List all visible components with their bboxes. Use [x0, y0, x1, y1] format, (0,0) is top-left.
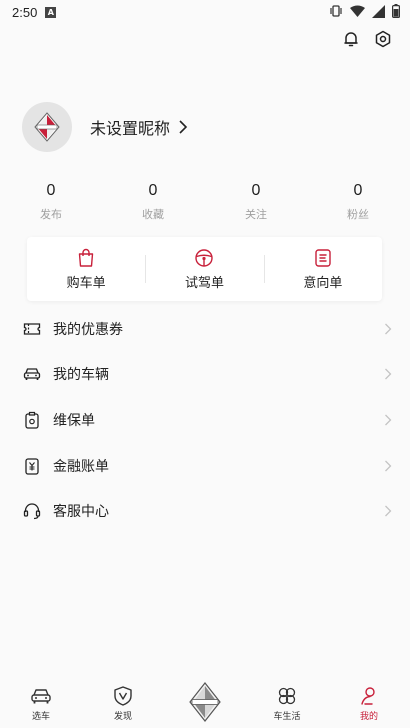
nav-select-car[interactable]: 选车 — [0, 678, 82, 728]
battery-icon — [392, 4, 400, 18]
nav-mine[interactable]: 我的 — [328, 678, 410, 728]
nav-label: 车生活 — [273, 711, 301, 722]
stat-label: 发布 — [40, 208, 62, 221]
nav-label: 选车 — [31, 711, 50, 722]
orders-card: 购车单 试驾单 意向单 — [27, 237, 382, 301]
nav-brand-home[interactable] — [164, 678, 246, 728]
finance-bill-icon — [25, 457, 39, 475]
profile-header[interactable]: 未设置昵称 — [22, 102, 188, 152]
document-icon — [315, 248, 331, 267]
discover-shield-icon — [114, 685, 132, 706]
clover-icon — [278, 687, 296, 704]
stat-value: 0 — [46, 182, 56, 199]
stat-label: 粉丝 — [347, 208, 369, 221]
steering-wheel-icon — [195, 248, 214, 267]
status-indicators — [329, 4, 400, 18]
headset-icon — [23, 503, 41, 520]
vibrate-icon — [330, 5, 342, 17]
top-actions — [342, 30, 392, 48]
coupon-icon — [23, 323, 41, 335]
chevron-right-icon — [179, 120, 188, 134]
maintenance-icon — [25, 411, 39, 429]
nickname[interactable]: 未设置昵称 — [90, 115, 170, 139]
avatar[interactable] — [22, 102, 72, 152]
menu-label: 我的车辆 — [53, 367, 109, 384]
order-intent[interactable]: 意向单 — [263, 237, 382, 301]
stat-label: 收藏 — [142, 208, 164, 221]
chevron-right-icon — [385, 460, 392, 472]
menu-item-vehicles[interactable]: 我的车辆 — [0, 352, 410, 398]
chevron-right-icon — [385, 414, 392, 426]
stat-followers[interactable]: 0 粉丝 — [328, 182, 388, 222]
stat-value: 0 — [251, 182, 261, 199]
order-label: 购车单 — [66, 275, 106, 291]
menu-label: 金融账单 — [53, 458, 109, 475]
menu-item-coupons[interactable]: 我的优惠券 — [0, 306, 410, 352]
shopping-bag-icon — [78, 248, 94, 267]
order-label: 试驾单 — [184, 275, 224, 291]
stat-posts[interactable]: 0 发布 — [21, 182, 81, 222]
order-purchase[interactable]: 购车单 — [27, 237, 145, 301]
person-icon — [361, 686, 375, 705]
stat-following[interactable]: 0 关注 — [226, 182, 286, 222]
menu-list: 我的优惠券 我的车辆 维保单 金融账单 客服中心 — [0, 306, 410, 534]
menu-item-finance-bills[interactable]: 金融账单 — [0, 443, 410, 489]
car-icon — [31, 688, 51, 703]
order-label: 意向单 — [303, 275, 343, 291]
bell-icon[interactable] — [342, 30, 360, 48]
status-time: 2:50 — [12, 4, 38, 20]
notification-icon: A — [45, 6, 57, 18]
stat-favorites[interactable]: 0 收藏 — [123, 182, 183, 222]
settings-icon[interactable] — [374, 30, 392, 48]
order-test-drive[interactable]: 试驾单 — [145, 237, 263, 301]
menu-item-maintenance[interactable]: 维保单 — [0, 397, 410, 443]
menu-label: 客服中心 — [53, 504, 109, 521]
menu-label: 我的优惠券 — [53, 321, 123, 338]
signal-icon — [372, 4, 385, 18]
brand-logo — [189, 682, 221, 722]
nav-label: 发现 — [113, 711, 132, 722]
stat-value: 0 — [148, 182, 158, 199]
menu-label: 维保单 — [53, 412, 95, 429]
wifi-icon — [350, 5, 365, 17]
stat-label: 关注 — [245, 208, 267, 221]
menu-item-customer-service[interactable]: 客服中心 — [0, 488, 410, 534]
chevron-right-icon — [385, 368, 392, 380]
stat-value: 0 — [353, 182, 363, 199]
nav-car-life[interactable]: 车生活 — [246, 678, 328, 728]
car-icon — [23, 368, 41, 381]
chevron-right-icon — [385, 323, 392, 335]
status-bar: 2:50 A — [0, 0, 410, 24]
brand-logo — [34, 112, 60, 142]
chevron-right-icon — [385, 505, 392, 517]
nav-label: 我的 — [359, 711, 378, 722]
bottom-nav: 选车 发现 车生活 我的 — [0, 678, 410, 728]
nav-discover[interactable]: 发现 — [82, 678, 164, 728]
